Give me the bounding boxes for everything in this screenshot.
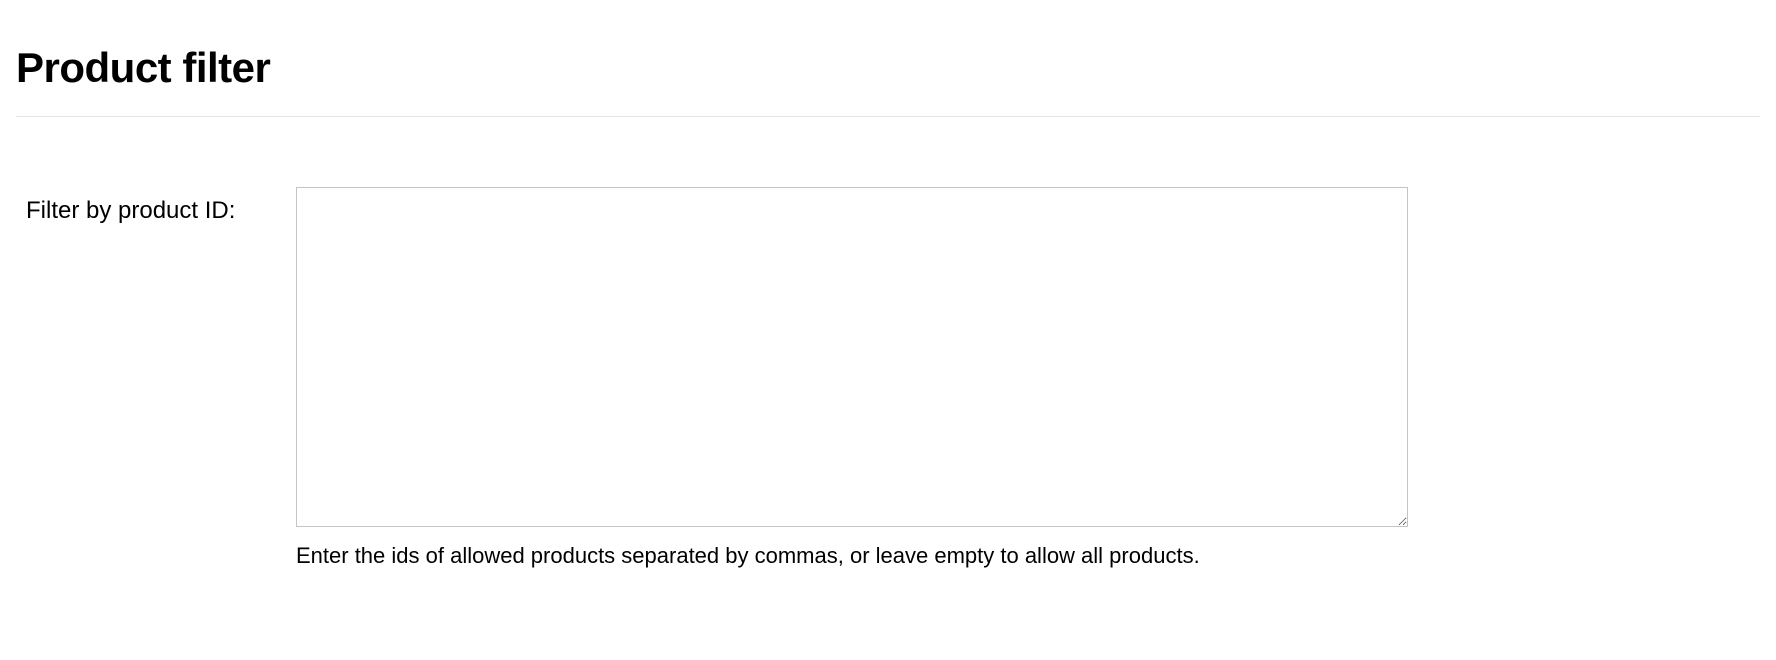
section-title: Product filter	[16, 0, 1760, 116]
filter-help-text: Enter the ids of allowed products separa…	[296, 542, 1408, 571]
filter-control-wrap: Enter the ids of allowed products separa…	[296, 187, 1408, 571]
section-divider	[16, 116, 1760, 117]
filter-by-product-id-row: Filter by product ID: Enter the ids of a…	[16, 187, 1760, 571]
filter-by-product-id-input[interactable]	[296, 187, 1408, 527]
filter-by-product-id-label: Filter by product ID:	[26, 187, 296, 225]
